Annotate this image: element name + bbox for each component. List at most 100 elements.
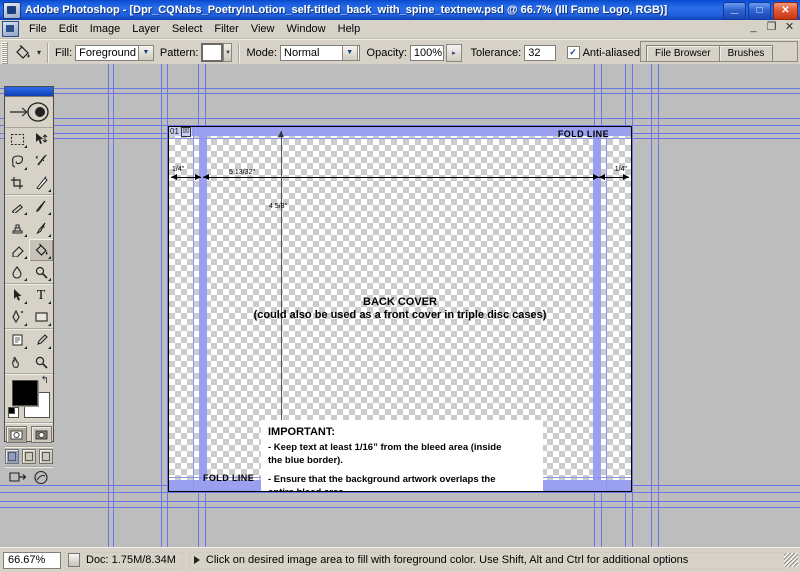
document-corner-tag: 01 ☒ — [169, 127, 192, 137]
document-size-info[interactable]: Doc: 1.75M/8.34M — [64, 551, 183, 569]
menu-filter[interactable]: Filter — [208, 22, 244, 36]
toolbox-palette: T ↰ — [4, 86, 54, 485]
tool-eyedropper[interactable] — [29, 329, 53, 351]
mdi-minimize-button[interactable]: _ — [747, 21, 760, 35]
opacity-input[interactable]: 100% — [409, 44, 444, 61]
jump-to-imageready-button[interactable] — [8, 470, 28, 488]
magic-wand-icon — [35, 154, 47, 166]
zoom-level-field[interactable]: 66.67% — [3, 551, 61, 569]
height-measure-label: 4 5/8" — [269, 203, 288, 210]
quick-mask-mode-button[interactable] — [31, 426, 52, 443]
full-screen-with-menubar-button[interactable] — [22, 449, 36, 464]
toolbox-titlebar[interactable] — [5, 87, 53, 97]
tool-paint-bucket[interactable] — [29, 239, 53, 261]
tool-move[interactable] — [29, 128, 53, 150]
guide-horizontal — [0, 501, 800, 502]
standard-mode-button[interactable] — [6, 426, 27, 443]
tool-healing-brush[interactable] — [5, 195, 29, 217]
cover-subtitle: (could also be used as a front cover in … — [253, 309, 547, 321]
tool-clone-stamp[interactable] — [5, 217, 29, 239]
workspace-canvas-area[interactable]: 01 ☒ FOLD LINE FOLD LINE 5 13/32" 4 5/8"… — [0, 64, 800, 548]
mdi-restore-button[interactable]: ❐ — [765, 21, 778, 35]
close-icon: ✕ — [781, 5, 790, 16]
mode-label: Mode: — [246, 46, 278, 59]
crop-icon — [10, 177, 23, 189]
tab-file-browser[interactable]: File Browser — [646, 45, 720, 61]
hint-arrow-icon — [193, 556, 200, 564]
opacity-stepper-icon[interactable]: ▸ — [445, 43, 462, 62]
fill-dropdown[interactable]: Foreground ▼ — [75, 44, 154, 61]
fold-line-label-top: FOLD LINE — [557, 129, 609, 139]
right-margin-measure-line — [599, 174, 629, 180]
tool-magic-wand[interactable] — [29, 150, 53, 172]
pattern-label: Pattern: — [159, 46, 199, 59]
guide-vertical — [113, 64, 114, 548]
resize-grip-icon[interactable] — [784, 553, 798, 567]
tool-type[interactable]: T — [29, 284, 53, 306]
tool-hand[interactable] — [5, 351, 29, 373]
tool-path-selection[interactable] — [5, 284, 29, 306]
important-line-2: - Ensure that the background artwork ove… — [268, 474, 496, 491]
tool-slice[interactable] — [29, 172, 53, 194]
tab-brushes[interactable]: Brushes — [718, 45, 774, 61]
tool-marquee[interactable] — [5, 128, 29, 150]
anti-aliased-checkbox[interactable]: ✓ Anti-aliased — [566, 46, 640, 59]
jump-to-row — [5, 467, 53, 491]
mdi-close-button[interactable]: ✕ — [783, 21, 796, 35]
pattern-chevron-down-icon[interactable]: ▼ — [223, 43, 233, 62]
guide-horizontal — [0, 507, 800, 508]
menu-select[interactable]: Select — [166, 22, 209, 36]
menu-view[interactable]: View — [245, 22, 281, 36]
options-bar-grip[interactable] — [1, 41, 8, 64]
tool-dodge[interactable] — [29, 261, 53, 283]
guide-vertical — [658, 64, 659, 548]
pattern-swatch[interactable] — [201, 43, 224, 62]
close-button[interactable]: ✕ — [773, 2, 798, 20]
window-title: Adobe Photoshop - [Dpr_CQNabs_PoetryInLo… — [25, 4, 668, 16]
tool-crop[interactable] — [5, 172, 29, 194]
tool-brush[interactable] — [29, 195, 53, 217]
important-heading: IMPORTANT: — [268, 426, 336, 438]
tool-preset-arrow[interactable]: ▾ — [37, 48, 41, 57]
mode-dropdown[interactable]: Normal ▼ — [280, 44, 360, 61]
foreground-color-swatch[interactable] — [12, 380, 38, 406]
tool-history-brush[interactable] — [29, 217, 53, 239]
screen-mode-icon — [25, 452, 33, 461]
menu-layer[interactable]: Layer — [126, 22, 166, 36]
full-screen-mode-button[interactable] — [39, 449, 53, 464]
document-canvas[interactable]: 01 ☒ FOLD LINE FOLD LINE 5 13/32" 4 5/8"… — [168, 126, 632, 492]
screen-modes — [5, 447, 53, 466]
tool-lasso[interactable] — [5, 150, 29, 172]
standard-screen-mode-button[interactable] — [5, 449, 19, 464]
chevron-down-icon[interactable]: ▼ — [138, 44, 154, 61]
menu-help[interactable]: Help — [332, 22, 367, 36]
menu-window[interactable]: Window — [281, 22, 332, 36]
tool-eraser[interactable] — [5, 239, 29, 261]
tool-blur[interactable] — [5, 261, 29, 283]
chevron-down-icon[interactable]: ▼ — [341, 44, 358, 61]
menu-image[interactable]: Image — [84, 22, 127, 36]
tolerance-input[interactable]: 32 — [524, 44, 557, 61]
tool-notes[interactable] — [5, 329, 29, 351]
tolerance-label: Tolerance: — [470, 46, 522, 59]
document-control-icon[interactable] — [2, 21, 19, 37]
menu-edit[interactable]: Edit — [53, 22, 84, 36]
options-separator-2 — [238, 42, 241, 63]
tool-pen[interactable] — [5, 306, 29, 328]
tool-rectangle-shape[interactable] — [29, 306, 53, 328]
tool-zoom[interactable] — [29, 351, 53, 373]
guide-horizontal — [0, 492, 800, 493]
minimize-button[interactable]: _ — [723, 1, 746, 20]
menu-file[interactable]: File — [23, 22, 53, 36]
document-size-value: Doc: 1.75M/8.34M — [86, 554, 176, 566]
palette-well: File Browser Brushes — [640, 41, 798, 62]
default-colors-icon[interactable] — [8, 407, 19, 418]
maximize-button[interactable]: □ — [748, 2, 771, 20]
options-separator-1 — [47, 42, 50, 63]
flyout-triangle-icon — [21, 145, 27, 148]
paint-bucket-icon[interactable] — [11, 42, 35, 63]
swap-colors-icon[interactable]: ↰ — [41, 376, 49, 386]
photoshop-logo-icon — [5, 97, 53, 128]
photoshop-app-icon — [3, 1, 21, 19]
edit-in-imageready-button[interactable] — [32, 470, 50, 488]
